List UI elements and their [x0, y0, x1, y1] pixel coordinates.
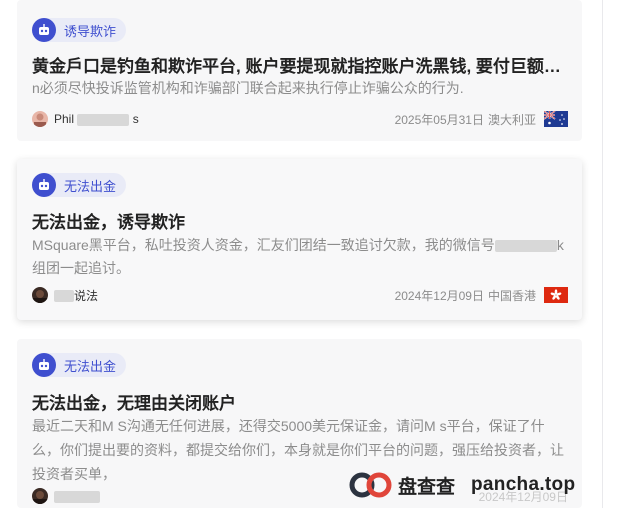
- card-description: n必须尽快投诉监管机构和诈骗部门联合起来执行停止诈骗公众的行为.: [32, 80, 464, 96]
- post-date: 2024年12月09日: [394, 288, 484, 303]
- category-tag: 无法出金: [32, 353, 127, 377]
- post-date: 2025年05月31日: [394, 112, 484, 127]
- username: Phil s: [54, 112, 139, 126]
- watermark-domain: pancha.top: [471, 474, 576, 495]
- card-meta: Phil s 2025年05月31日 澳大利亚: [32, 110, 568, 128]
- pancha-watermark: 盘查查 pancha.top: [348, 470, 575, 500]
- blurred-username: [77, 113, 130, 126]
- robot-icon: [32, 173, 56, 197]
- avatar: [32, 287, 48, 303]
- card-title[interactable]: 无法出金，诱导欺诈: [32, 208, 572, 233]
- pancha-logo-icon: [349, 472, 392, 498]
- username: 说法: [54, 287, 98, 304]
- tag-label: 诱导欺诈: [64, 23, 117, 39]
- robot-icon: [32, 353, 56, 377]
- hongkong-flag-icon: [544, 287, 568, 303]
- location: 中国香港: [487, 288, 536, 303]
- complaint-card[interactable]: 无法出金 无法出金，诱导欺诈 MSquare黑平台，私吐投资人资金，汇友们团结一…: [17, 159, 582, 320]
- category-tag: 诱导欺诈: [32, 18, 127, 42]
- blurred-wechat-id: [494, 240, 557, 253]
- tag-label: 无法出金: [64, 178, 117, 194]
- username: [54, 489, 100, 503]
- blurred-username: [54, 290, 74, 303]
- avatar: [32, 111, 48, 127]
- blurred-username: [54, 490, 100, 503]
- location: 澳大利亚: [487, 112, 536, 127]
- tag-label: 无法出金: [64, 358, 117, 374]
- card-description: MSquare黑平台，私吐投资人资金，汇友们团结一致追讨欠款，我的微信号 k 组团…: [32, 237, 564, 276]
- australia-flag-icon: [544, 111, 568, 127]
- page-divider: [602, 0, 603, 508]
- complaint-card[interactable]: 诱导欺诈 黄金戶口是钓鱼和欺诈平台, 账户要提现就指控账户洗黑钱, 要付巨额罰款…: [17, 0, 582, 141]
- card-title[interactable]: 无法出金，无理由关闭账户: [32, 389, 572, 414]
- category-tag: 无法出金: [32, 173, 127, 197]
- avatar: [32, 488, 48, 504]
- robot-icon: [32, 18, 56, 42]
- watermark-brand: 盘查查: [398, 476, 456, 498]
- card-title[interactable]: 黄金戶口是钓鱼和欺诈平台, 账户要提现就指控账户洗黑钱, 要付巨额罰款.…: [32, 52, 572, 77]
- card-meta: 说法 2024年12月09日 中国香港: [32, 286, 568, 304]
